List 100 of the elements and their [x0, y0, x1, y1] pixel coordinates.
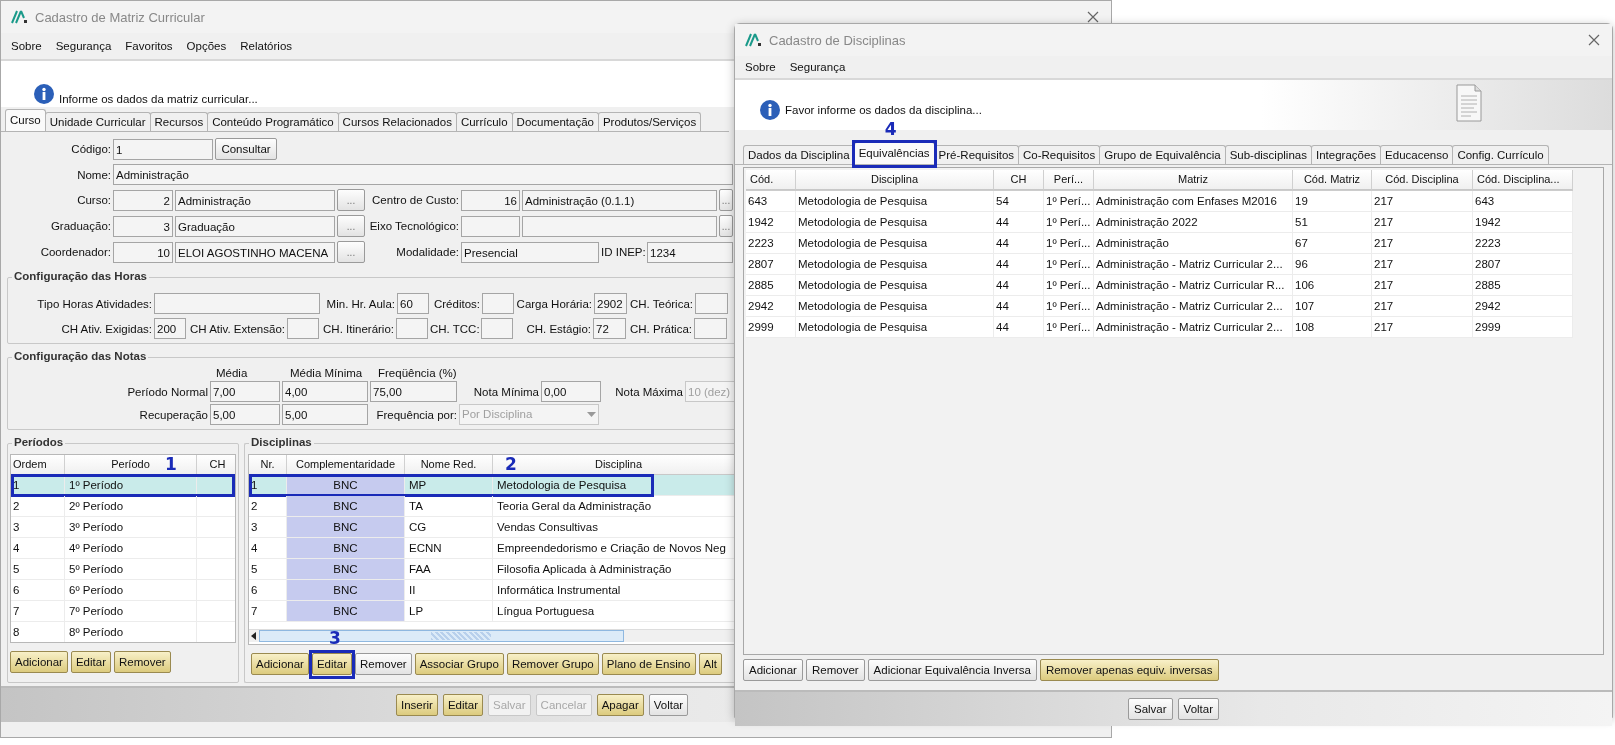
table-cell: 1º Perí... [1044, 233, 1094, 254]
table-cell: 67 [1293, 233, 1372, 254]
table-cell: Administração [1094, 233, 1293, 254]
window-title: Cadastro de Matriz Curricular [35, 9, 205, 25]
table-cell: 1º Perí... [1044, 317, 1094, 338]
table-cell: 2223 [1473, 233, 1573, 254]
table-cell: Administração - Matriz Curricular 2... [1094, 296, 1293, 317]
table-cell: 8º Período [65, 622, 197, 642]
table-cell: 4º Período [65, 538, 197, 559]
field-label: Frequência por: [375, 408, 457, 421]
field-label: CH Ativ. Extensão: [188, 322, 285, 335]
table-cell: 44 [994, 275, 1044, 296]
window-title: Cadastro de Disciplinas [769, 32, 906, 48]
field-label: ID INEP: [601, 246, 645, 258]
table-cell: 1º Perí... [1044, 275, 1094, 296]
table-cell: 6º Período [65, 580, 197, 601]
field-label: Código: [70, 143, 111, 155]
table-cell: 217 [1372, 212, 1473, 233]
field-label: Modalidade: [395, 246, 459, 258]
field-label: Graduação: [49, 220, 111, 232]
table-cell: 2999 [746, 317, 796, 338]
table-cell: FAA [405, 559, 493, 580]
table-cell: 2807 [746, 254, 796, 275]
table-cell: Metodologia de Pesquisa [796, 254, 994, 275]
group-title: Períodos [12, 436, 66, 448]
table-cell: ECNN [405, 538, 493, 559]
table-cell: BNC [287, 559, 405, 580]
table-cell: 2º Período [65, 496, 197, 517]
table-cell: 106 [1293, 275, 1372, 296]
table-cell: 643 [746, 191, 796, 212]
field-label: CH. Prática: [629, 322, 692, 335]
field-label: CH. Estágio: [525, 322, 591, 335]
info-message: Favor informe os dados da disciplina... [785, 104, 982, 116]
field-label: CH. Teórica: [629, 297, 693, 310]
column-label: Média [215, 367, 249, 379]
table-cell: Metodologia de Pesquisa [796, 212, 994, 233]
table-cell: 2807 [1473, 254, 1573, 275]
field-label: Min. Hr. Aula: [325, 297, 395, 310]
table-cell: 2942 [746, 296, 796, 317]
table-cell: 96 [1293, 254, 1372, 275]
annotation-number: 1 [165, 456, 177, 473]
annotation-number: 3 [328, 630, 341, 647]
table-cell: 51 [1293, 212, 1372, 233]
field-label: Eixo Tecnológico: [368, 220, 459, 232]
table-cell: 108 [1293, 317, 1372, 338]
table-cell: 1942 [746, 212, 796, 233]
table-cell: 44 [994, 233, 1044, 254]
field-label: Nota Máxima [614, 385, 683, 398]
table-cell: 1º Perí... [1044, 254, 1094, 275]
table-cell: Administração - Matriz Curricular 2... [1094, 254, 1293, 275]
field-label: Nota Mínima [472, 385, 539, 398]
field-label: Curso: [76, 194, 111, 206]
column-label: Média Mínima [289, 367, 364, 379]
group-title: Disciplinas [249, 436, 314, 448]
table-cell: 217 [1372, 275, 1473, 296]
table-cell: 44 [994, 296, 1044, 317]
field-label: Carga Horária: [516, 297, 592, 310]
table-cell: Metodologia de Pesquisa [796, 275, 994, 296]
table-cell: 217 [1372, 233, 1473, 254]
table-cell: Metodologia de Pesquisa [796, 317, 994, 338]
field-label: Nome: [76, 168, 111, 181]
table-cell: 643 [1473, 191, 1573, 212]
table-cell: Administração 2022 [1094, 212, 1293, 233]
table-cell: 2885 [1473, 275, 1573, 296]
field-label: Tipo Horas Atividades: [36, 297, 152, 310]
field-label: CH. TCC: [430, 322, 479, 335]
table-cell: Administração - Matriz Curricular 2... [1094, 317, 1293, 338]
table-cell: 7º Período [65, 601, 197, 622]
table-cell: 44 [994, 212, 1044, 233]
table-cell: LP [405, 601, 493, 622]
table-cell: CG [405, 517, 493, 538]
field-label: CH Ativ. Exigidas: [60, 322, 152, 335]
table-cell: 1º Perí... [1044, 212, 1094, 233]
annotation-number: 2 [505, 456, 517, 473]
table-cell: 44 [994, 254, 1044, 275]
table-cell: 217 [1372, 296, 1473, 317]
table-cell: 2885 [746, 275, 796, 296]
table-cell: Administração - Matriz Curricular R... [1094, 275, 1293, 296]
field-label: Período Normal [126, 385, 208, 398]
table-cell: BNC [287, 601, 405, 622]
table-cell: Administração com Enfases M2016 [1094, 191, 1293, 212]
field-label: Coordenador: [39, 246, 111, 258]
table-cell: 2942 [1473, 296, 1573, 317]
group-title: Configuração das Horas [12, 270, 149, 282]
table-cell: BNC [287, 580, 405, 601]
table-cell: 5º Período [65, 559, 197, 580]
table-cell: 19 [1293, 191, 1372, 212]
field-label: Créditos: [432, 297, 480, 310]
table-cell: 3º Período [65, 517, 197, 538]
table-cell: 217 [1372, 191, 1473, 212]
column-label: Freqüência (%) [377, 367, 458, 379]
table-cell: 217 [1372, 254, 1473, 275]
table-cell: Metodologia de Pesquisa [796, 296, 994, 317]
table-cell: 2999 [1473, 317, 1573, 338]
annotation-number: 4 [884, 121, 897, 138]
table-cell: 8 [11, 622, 65, 642]
group-title: Configuração das Notas [12, 350, 149, 362]
table-cell: 1942 [1473, 212, 1573, 233]
table-cell: BNC [287, 538, 405, 559]
field-label: CH. Itinerário: [322, 322, 394, 335]
